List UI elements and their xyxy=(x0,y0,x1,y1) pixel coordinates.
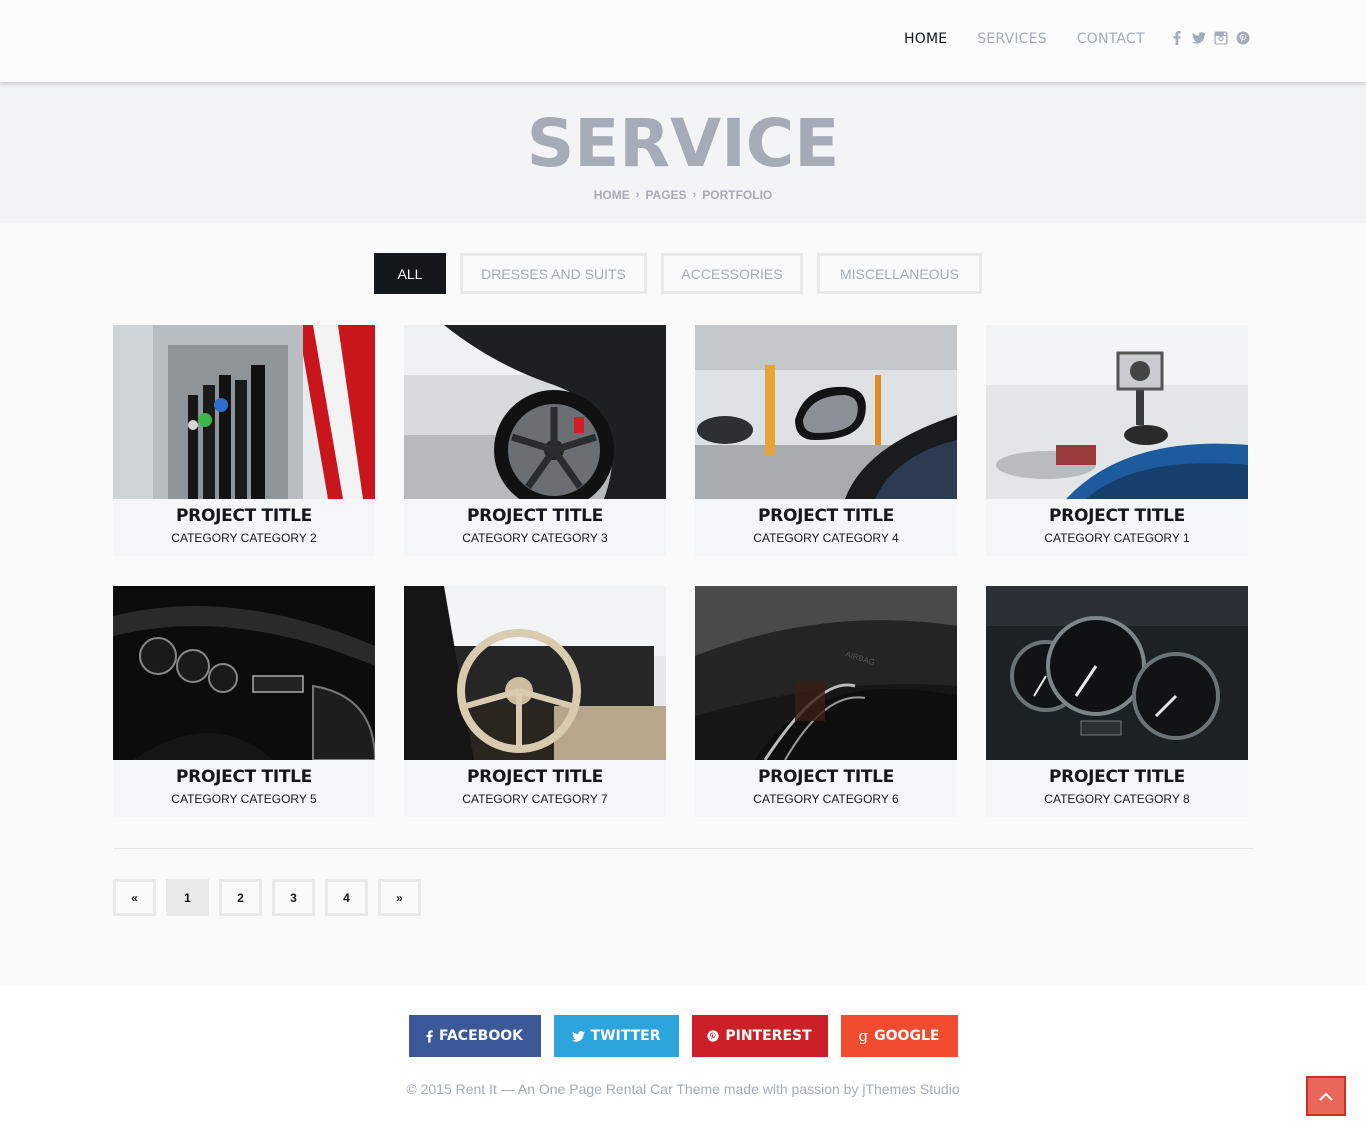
chevron-up-icon xyxy=(1319,1092,1333,1101)
project-category: CATEGORY CATEGORY 7 xyxy=(462,792,608,806)
portfolio-item[interactable]: PROJECT TITLE CATEGORY CATEGORY 5 xyxy=(113,586,375,817)
pagination-page-1[interactable]: 1 xyxy=(166,879,209,916)
twitter-icon[interactable] xyxy=(1192,30,1206,46)
pagination-page-4[interactable]: 4 xyxy=(325,879,368,916)
google-icon: g xyxy=(858,1027,869,1045)
project-image-steering-wheel[interactable] xyxy=(404,586,666,760)
project-title[interactable]: PROJECT TITLE xyxy=(695,767,957,787)
share-buttons: FACEBOOK TWITTER PINTEREST g GOOGLE xyxy=(0,1015,1366,1057)
project-category: CATEGORY CATEGORY 4 xyxy=(753,531,899,545)
project-title[interactable]: PROJECT TITLE xyxy=(404,767,666,787)
project-category: CATEGORY CATEGORY 5 xyxy=(171,792,317,806)
pagination: « 1 2 3 4 » xyxy=(113,879,431,916)
pinterest-icon xyxy=(707,1030,719,1042)
share-twitter-button[interactable]: TWITTER xyxy=(553,1015,679,1057)
portfolio-item[interactable]: PROJECT TITLE CATEGORY CATEGORY 8 xyxy=(986,586,1248,817)
project-title[interactable]: PROJECT TITLE xyxy=(113,767,375,787)
scroll-to-top-button[interactable] xyxy=(1306,1076,1346,1116)
share-twitter-label: TWITTER xyxy=(590,1028,661,1044)
site-footer: FACEBOOK TWITTER PINTEREST g GOOGLE © 20… xyxy=(0,986,1366,1133)
pagination-page-3[interactable]: 3 xyxy=(272,879,315,916)
nav-services[interactable]: SERVICES xyxy=(977,31,1047,47)
page-title-band: SERVICE HOME › PAGES › PORTFOLIO xyxy=(0,82,1366,223)
pagination-next[interactable]: » xyxy=(378,879,421,916)
project-title[interactable]: PROJECT TITLE xyxy=(404,506,666,526)
breadcrumb-portfolio: PORTFOLIO xyxy=(702,188,773,202)
project-image-action-camera[interactable] xyxy=(986,325,1248,499)
project-image-speedometer[interactable] xyxy=(986,586,1248,760)
project-title[interactable]: PROJECT TITLE xyxy=(695,506,957,526)
portfolio-item[interactable]: PROJECT TITLE CATEGORY CATEGORY 3 xyxy=(404,325,666,556)
project-category: CATEGORY CATEGORY 2 xyxy=(171,531,317,545)
filter-accessories[interactable]: ACCESSORIES xyxy=(661,253,803,294)
portfolio-item[interactable]: PROJECT TITLE CATEGORY CATEGORY 4 xyxy=(695,325,957,556)
portfolio-item[interactable]: PROJECT TITLE CATEGORY CATEGORY 2 xyxy=(113,325,375,556)
copyright-text: © 2015 Rent It — An One Page Rental Car … xyxy=(406,1081,960,1097)
filter-all[interactable]: ALL xyxy=(374,253,446,294)
project-category: CATEGORY CATEGORY 1 xyxy=(1044,531,1190,545)
project-image-airbag-dashboard[interactable]: AIRBAG xyxy=(695,586,957,760)
project-category: CATEGORY CATEGORY 6 xyxy=(753,792,899,806)
filter-miscellaneous[interactable]: MISCELLANEOUS xyxy=(817,253,982,294)
breadcrumb-home[interactable]: HOME xyxy=(594,188,630,202)
facebook-icon xyxy=(426,1029,433,1043)
chevron-right-icon: › xyxy=(635,189,640,201)
pagination-page-2[interactable]: 2 xyxy=(219,879,262,916)
twitter-icon xyxy=(571,1030,585,1042)
portfolio-item[interactable]: PROJECT TITLE CATEGORY CATEGORY 1 xyxy=(986,325,1248,556)
share-facebook-button[interactable]: FACEBOOK xyxy=(408,1015,541,1057)
project-title[interactable]: PROJECT TITLE xyxy=(986,506,1248,526)
chevron-right-icon: › xyxy=(692,189,697,201)
share-pinterest-label: PINTEREST xyxy=(725,1028,812,1044)
pagination-prev[interactable]: « xyxy=(113,879,156,916)
project-image-side-mirror[interactable] xyxy=(695,325,957,499)
portfolio-item[interactable]: AIRBAG PROJECT TITLE CATEGORY CATEGORY 6 xyxy=(695,586,957,817)
project-category: CATEGORY CATEGORY 3 xyxy=(462,531,608,545)
breadcrumb-pages[interactable]: PAGES xyxy=(645,188,686,202)
facebook-icon[interactable] xyxy=(1170,30,1184,46)
header-social-links xyxy=(1170,30,1258,46)
filter-dresses-and-suits[interactable]: DRESSES AND SUITS xyxy=(460,253,647,294)
page-title: SERVICE xyxy=(526,105,840,182)
project-title[interactable]: PROJECT TITLE xyxy=(113,506,375,526)
share-google-button[interactable]: g GOOGLE xyxy=(840,1015,958,1057)
project-category: CATEGORY CATEGORY 8 xyxy=(1044,792,1190,806)
portfolio-filters: ALL DRESSES AND SUITS ACCESSORIES MISCEL… xyxy=(374,253,996,294)
breadcrumb: HOME › PAGES › PORTFOLIO xyxy=(0,188,1366,202)
main-nav: HOME SERVICES CONTACT xyxy=(904,31,1175,47)
nav-contact[interactable]: CONTACT xyxy=(1077,31,1145,47)
portfolio-item[interactable]: PROJECT TITLE CATEGORY CATEGORY 7 xyxy=(404,586,666,817)
project-image-car-wheel[interactable] xyxy=(404,325,666,499)
share-facebook-label: FACEBOOK xyxy=(439,1028,523,1044)
nav-home[interactable]: HOME xyxy=(904,31,947,47)
site-header: HOME SERVICES CONTACT xyxy=(0,0,1366,82)
share-pinterest-button[interactable]: PINTEREST xyxy=(691,1015,828,1057)
divider xyxy=(113,848,1253,849)
instagram-icon[interactable] xyxy=(1214,30,1228,46)
project-image-fuel-pump[interactable] xyxy=(113,325,375,499)
project-title[interactable]: PROJECT TITLE xyxy=(986,767,1248,787)
share-google-label: GOOGLE xyxy=(874,1028,940,1044)
pinterest-icon[interactable] xyxy=(1236,30,1250,46)
project-image-dashboard-dials[interactable] xyxy=(113,586,375,760)
